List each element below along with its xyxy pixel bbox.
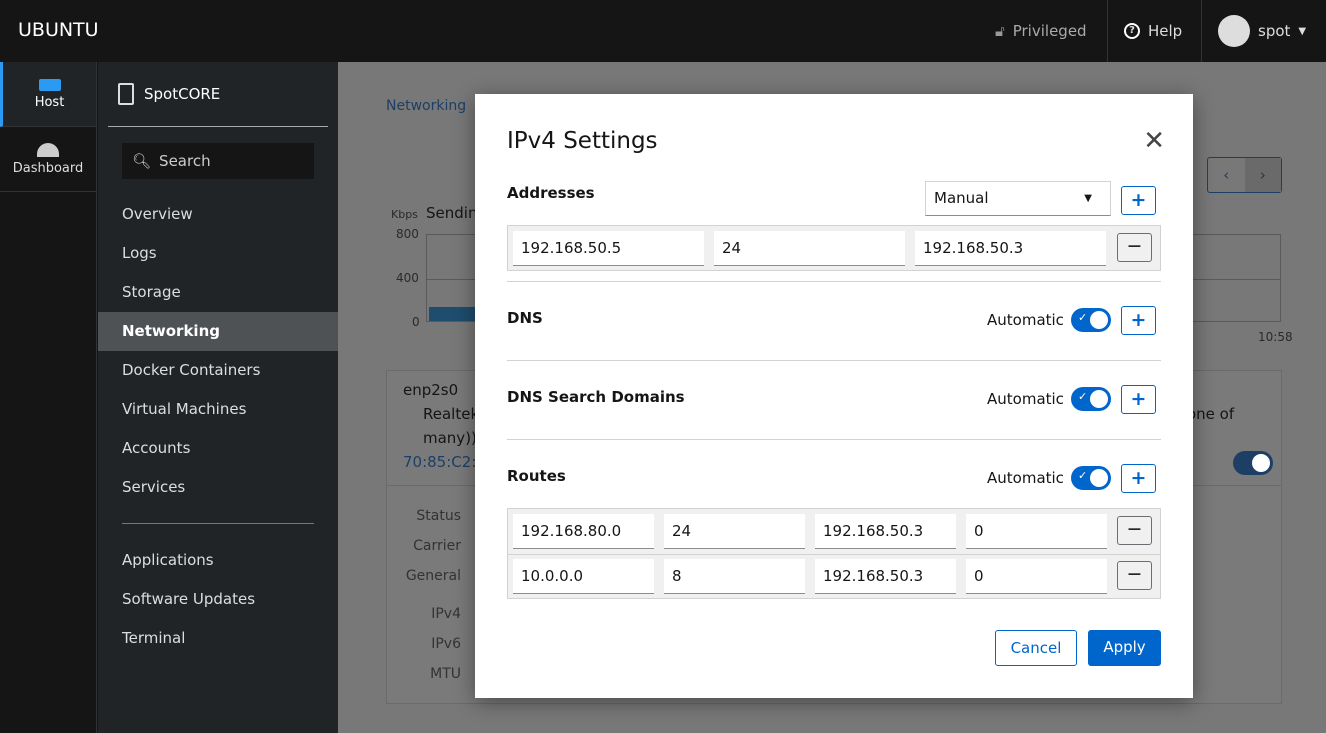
add-dns-search-button[interactable]: + bbox=[1121, 385, 1156, 414]
field-label: MTU bbox=[430, 666, 461, 682]
sidebar-item-overview[interactable]: Overview bbox=[98, 195, 338, 234]
interface-desc: one of bbox=[1187, 405, 1235, 423]
add-route-button[interactable]: + bbox=[1121, 464, 1156, 493]
ytick: 800 bbox=[396, 227, 419, 241]
prev-button[interactable]: ‹ bbox=[1208, 158, 1245, 192]
sidebar-item-updates[interactable]: Software Updates bbox=[98, 580, 338, 619]
breadcrumb[interactable]: Networking bbox=[386, 98, 466, 114]
routes-auto-label: Automatic bbox=[987, 469, 1064, 487]
add-dns-button[interactable]: + bbox=[1121, 306, 1156, 335]
dns-search-auto-toggle[interactable]: ✓ bbox=[1071, 387, 1111, 411]
server-icon bbox=[118, 83, 134, 105]
next-button[interactable]: › bbox=[1244, 158, 1281, 192]
sidebar-item-terminal[interactable]: Terminal bbox=[98, 619, 338, 658]
field-label: General bbox=[405, 568, 461, 584]
field-label: IPv4 bbox=[431, 606, 461, 622]
route-gateway-input[interactable]: 192.168.50.3 bbox=[815, 514, 956, 549]
search-input[interactable]: 🔍︎ Search bbox=[122, 143, 314, 179]
route-gateway-input[interactable]: 192.168.50.3 bbox=[815, 559, 956, 594]
chart-title: Sendin bbox=[426, 204, 478, 222]
route-prefix-input[interactable]: 24 bbox=[664, 514, 805, 549]
sidebar-item-storage[interactable]: Storage bbox=[98, 273, 338, 312]
server-icon bbox=[38, 78, 61, 91]
remove-route-button[interactable]: − bbox=[1117, 561, 1152, 590]
help-icon: ? bbox=[1124, 23, 1140, 39]
cancel-button[interactable]: Cancel bbox=[995, 630, 1077, 666]
field-label: Carrier bbox=[413, 538, 461, 554]
xtick: 10:58 bbox=[1258, 330, 1293, 344]
caret-down-icon: ▼ bbox=[1298, 25, 1307, 37]
add-address-button[interactable]: + bbox=[1121, 186, 1156, 215]
dns-auto-toggle[interactable]: ✓ bbox=[1071, 308, 1111, 332]
close-icon[interactable]: ✕ bbox=[1143, 126, 1165, 156]
ipv4-settings-dialog: IPv4 Settings ✕ Addresses Manual ▼ + 192.… bbox=[475, 94, 1193, 698]
interface-desc: Realtek bbox=[423, 405, 480, 423]
addresses-label: Addresses bbox=[507, 184, 595, 202]
route-prefix-input[interactable]: 8 bbox=[664, 559, 805, 594]
mac-address: 70:85:C2: bbox=[403, 453, 477, 471]
address-row: 192.168.50.5 24 192.168.50.3 − bbox=[507, 225, 1161, 271]
caret-down-icon: ▼ bbox=[1084, 193, 1092, 204]
chart-series bbox=[429, 307, 475, 321]
route-address-input[interactable]: 192.168.80.0 bbox=[513, 514, 654, 549]
routes-group: 192.168.80.0 24 192.168.50.3 0 − 10.0.0.… bbox=[507, 508, 1161, 599]
dns-search-label: DNS Search Domains bbox=[507, 388, 685, 406]
sidebar-item-applications[interactable]: Applications bbox=[98, 541, 338, 580]
field-label: Status bbox=[416, 508, 461, 524]
avatar bbox=[1218, 15, 1250, 47]
dialog-title: IPv4 Settings bbox=[507, 128, 658, 154]
sidebar-item-docker[interactable]: Docker Containers bbox=[98, 351, 338, 390]
remove-address-button[interactable]: − bbox=[1117, 233, 1152, 262]
search-icon: 🔍︎ bbox=[132, 152, 152, 170]
brand: UBUNTU bbox=[18, 19, 99, 41]
help-button[interactable]: ? Help bbox=[1124, 0, 1182, 62]
remove-route-button[interactable]: − bbox=[1117, 516, 1152, 545]
route-metric-input[interactable]: 0 bbox=[966, 514, 1107, 549]
prefix-input[interactable]: 24 bbox=[714, 231, 905, 266]
rail-dashboard[interactable]: Dashboard bbox=[0, 127, 96, 192]
addresses-mode-select[interactable]: Manual ▼ bbox=[925, 181, 1111, 216]
dashboard-icon bbox=[37, 142, 59, 157]
lock-icon: 🔓︎ bbox=[995, 22, 1005, 40]
route-address-input[interactable]: 10.0.0.0 bbox=[513, 559, 654, 594]
interface-toggle[interactable] bbox=[1233, 451, 1273, 475]
ytick: 0 bbox=[412, 315, 420, 329]
ytick: 400 bbox=[396, 271, 419, 285]
divider bbox=[122, 523, 314, 524]
route-metric-input[interactable]: 0 bbox=[966, 559, 1107, 594]
interface-name: enp2s0 bbox=[403, 381, 459, 399]
sidebar-item-networking[interactable]: Networking bbox=[98, 312, 338, 351]
address-input[interactable]: 192.168.50.5 bbox=[513, 231, 704, 266]
host-switcher[interactable]: SpotCORE bbox=[108, 62, 328, 127]
sidebar-item-services[interactable]: Services bbox=[98, 468, 338, 507]
rail-host[interactable]: Host bbox=[0, 62, 96, 127]
interface-desc: many)) bbox=[423, 429, 477, 447]
user-menu[interactable]: spot ▼ bbox=[1218, 0, 1306, 62]
gateway-input[interactable]: 192.168.50.3 bbox=[915, 231, 1106, 266]
dns-auto-label: Automatic bbox=[987, 311, 1064, 329]
routes-label: Routes bbox=[507, 467, 566, 485]
sidebar: SpotCORE 🔍︎ Search Overview Logs Storage … bbox=[98, 62, 338, 733]
privileged-button[interactable]: 🔓︎ Privileged bbox=[995, 0, 1087, 62]
apply-button[interactable]: Apply bbox=[1088, 630, 1161, 666]
host-rail: Host Dashboard bbox=[0, 62, 97, 733]
sidebar-item-accounts[interactable]: Accounts bbox=[98, 429, 338, 468]
chart-unit: Kbps bbox=[391, 208, 418, 221]
dns-label: DNS bbox=[507, 309, 543, 327]
sidebar-item-vms[interactable]: Virtual Machines bbox=[98, 390, 338, 429]
pager: ‹ › bbox=[1207, 157, 1282, 193]
dns-search-auto-label: Automatic bbox=[987, 390, 1064, 408]
field-label: IPv6 bbox=[431, 636, 461, 652]
top-bar: UBUNTU 🔓︎ Privileged ? Help spot ▼ bbox=[0, 0, 1326, 62]
sidebar-item-logs[interactable]: Logs bbox=[98, 234, 338, 273]
routes-auto-toggle[interactable]: ✓ bbox=[1071, 466, 1111, 490]
